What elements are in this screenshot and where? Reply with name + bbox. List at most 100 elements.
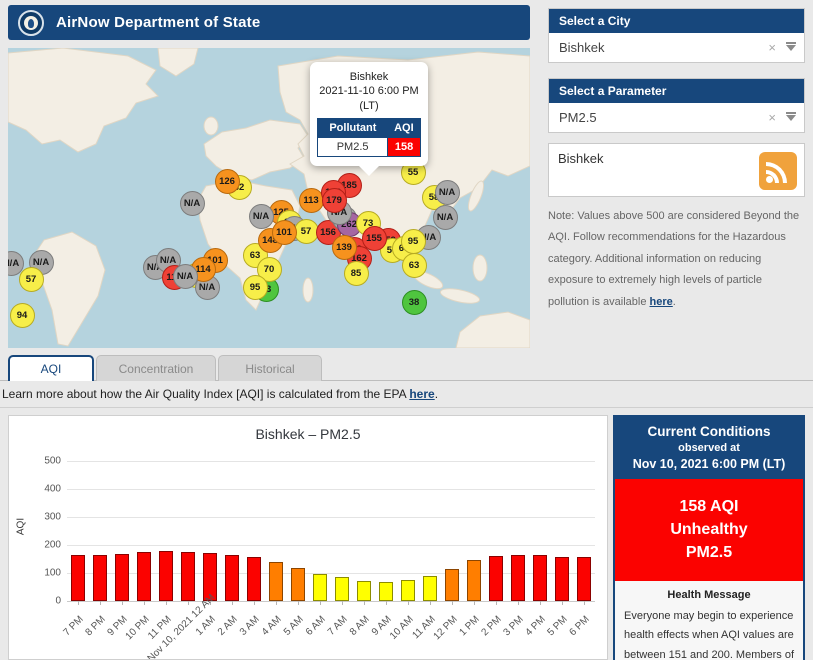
map-marker[interactable]: N/A — [432, 204, 458, 230]
cc-health-body: Everyone may begin to experience health … — [624, 609, 795, 660]
map-marker[interactable]: 57 — [293, 218, 319, 244]
x-tick — [386, 601, 387, 605]
city-select-value: Bishkek — [559, 40, 605, 55]
note-here-link[interactable]: here — [650, 296, 673, 308]
cc-aqi-value: 158 AQI — [679, 498, 739, 515]
x-tick — [188, 601, 189, 605]
map-marker[interactable]: 126 — [214, 168, 240, 194]
chart-bar — [335, 577, 349, 601]
cc-datetime: Nov 10, 2021 6:00 PM (LT) — [632, 457, 786, 471]
map-marker[interactable]: 38 — [401, 289, 427, 315]
y-tick-label: 0 — [55, 595, 61, 607]
cc-health-message: Health Message Everyone may begin to exp… — [615, 580, 803, 660]
chart-title: Bishkek – PM2.5 — [255, 426, 361, 442]
x-tick — [496, 601, 497, 605]
x-tick — [144, 601, 145, 605]
x-tick — [232, 601, 233, 605]
map-marker[interactable]: 179 — [321, 187, 347, 213]
page: AirNow Department of State N/AN/A5794 — [0, 0, 813, 660]
chart-bar — [533, 554, 547, 601]
y-tick-label: 100 — [44, 567, 61, 579]
tab-concentration[interactable]: Concentration — [96, 355, 216, 381]
x-tick — [100, 601, 101, 605]
x-tick — [78, 601, 79, 605]
tab-aqi[interactable]: AQI — [8, 355, 94, 381]
app-title: AirNow Department of State — [56, 14, 261, 31]
map-marker[interactable]: 101 — [271, 219, 297, 245]
app-header: AirNow Department of State — [8, 5, 530, 40]
map-marker[interactable]: 155 — [361, 225, 387, 251]
popup-timezone: (LT) — [359, 99, 379, 112]
city-dropdown-caret-icon[interactable] — [786, 41, 796, 56]
x-tick — [122, 601, 123, 605]
map-marker[interactable]: N/A — [179, 190, 205, 216]
x-tick — [430, 601, 431, 605]
y-tick-label: 400 — [44, 483, 61, 495]
tab-historical[interactable]: Historical — [218, 355, 322, 381]
map-marker[interactable]: 139 — [331, 234, 357, 260]
chart-bar — [357, 581, 371, 601]
map-marker[interactable]: 113 — [298, 187, 324, 213]
gridline — [67, 545, 595, 546]
gridline — [67, 461, 595, 462]
x-tick — [364, 601, 365, 605]
parameter-dropdown-caret-icon[interactable] — [786, 111, 796, 126]
map-marker[interactable]: 63 — [401, 252, 427, 278]
chart-bar — [291, 568, 305, 601]
x-tick — [408, 601, 409, 605]
map-marker[interactable]: 57 — [18, 266, 44, 292]
cc-aqi-block: 158 AQI Unhealthy PM2.5 — [615, 479, 803, 581]
chart-bar — [379, 581, 393, 601]
map-marker[interactable]: N/A — [172, 263, 198, 289]
chart-bar — [401, 580, 415, 601]
cc-pollutant: PM2.5 — [685, 544, 733, 562]
parameter-select-label: Select a Parameter — [549, 79, 804, 103]
popup-col-pollutant: Pollutant — [317, 118, 388, 138]
learn-more-here-link[interactable]: here — [409, 387, 434, 401]
chart-bar — [489, 555, 503, 601]
cc-title: Current Conditions — [647, 424, 771, 439]
beyond-aqi-note: Note: Values above 500 are considered Be… — [548, 206, 805, 313]
x-tick — [254, 601, 255, 605]
map-marker[interactable]: N/A — [434, 179, 460, 205]
city-select-label: Select a City — [549, 9, 804, 33]
dos-seal-icon — [18, 9, 44, 36]
chart-bar — [269, 561, 283, 601]
chart-bar — [313, 573, 327, 601]
learn-more-text: Learn more about how the Air Quality Ind… — [2, 387, 410, 401]
parameter-select-panel: Select a Parameter PM2.5 × — [548, 78, 805, 133]
parameter-clear-icon[interactable]: × — [768, 110, 776, 125]
cc-health-title: Health Message — [667, 588, 751, 601]
city-clear-icon[interactable]: × — [768, 40, 776, 55]
x-tick — [320, 601, 321, 605]
note-text: Note: Values above 500 are considered Be… — [548, 210, 800, 308]
map-marker[interactable]: 94 — [9, 302, 35, 328]
chart-bar — [225, 554, 239, 601]
x-axis-labels: 7 PM 8 PM 9 PM 10 PM 11 PM Nov 10, 2021 12 AM… — [61, 592, 595, 659]
current-conditions-panel: Current Conditions observed at Nov 10, 2… — [613, 415, 805, 660]
world-map[interactable]: N/AN/A579412662N/AN/AN/A115N/A56N/A10111… — [8, 48, 530, 348]
popup-aqi-value: 158 — [387, 136, 421, 157]
popup-table: Pollutant AQI PM2.5 158 — [316, 117, 421, 157]
gridline — [67, 489, 595, 490]
chart-bar — [247, 557, 261, 601]
map-marker[interactable]: 95 — [400, 228, 426, 254]
map-popup: Bishkek 2021-11-10 6:00 PM (LT) Pollutan… — [310, 62, 428, 176]
note-text-end: . — [672, 295, 676, 308]
gridline — [67, 517, 595, 518]
map-marker[interactable]: 85 — [343, 260, 369, 286]
chart-bar — [71, 554, 85, 601]
x-tick — [474, 601, 475, 605]
x-tick — [298, 601, 299, 605]
map-marker[interactable]: 95 — [242, 274, 268, 300]
city-select-panel: Select a City Bishkek × — [548, 8, 805, 63]
current-conditions-header: Current Conditions observed at Nov 10, 2… — [615, 417, 803, 479]
learn-more-text-end: . — [434, 387, 439, 401]
rss-feed-icon[interactable] — [759, 152, 797, 190]
parameter-select[interactable]: PM2.5 × — [549, 103, 804, 132]
map-marker[interactable]: N/A — [248, 203, 274, 229]
city-select[interactable]: Bishkek × — [549, 33, 804, 62]
y-tick-label: 200 — [44, 539, 61, 551]
x-axis-ticks — [67, 601, 595, 606]
chart-bar — [115, 554, 129, 601]
